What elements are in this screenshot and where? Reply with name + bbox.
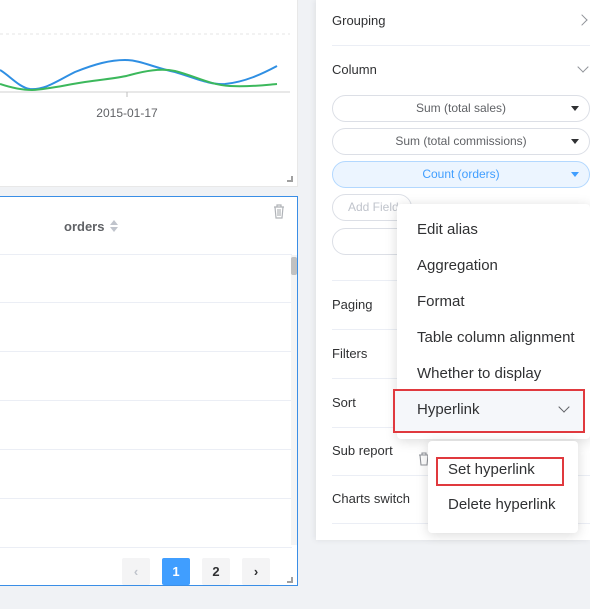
resize-handle[interactable]: [287, 176, 293, 182]
hyperlink-submenu: Delete hyperlink: [428, 441, 578, 533]
table-header: orders: [0, 197, 292, 255]
line-chart: 2015-01-17: [0, 33, 290, 120]
caret-down-icon[interactable]: [571, 106, 579, 111]
field-pill-total-commissions[interactable]: Sum (total commissions): [332, 128, 590, 155]
menu-item-aggregation[interactable]: Aggregation: [417, 257, 498, 274]
page-1-button[interactable]: 1: [162, 558, 190, 585]
submenu-item-delete-hyperlink[interactable]: Delete hyperlink: [448, 496, 556, 513]
series-line-blue: [0, 58, 278, 91]
field-label: Sum (total sales): [415, 101, 507, 115]
column-section[interactable]: Column: [332, 62, 377, 77]
charts-switch-section[interactable]: Charts switch: [332, 491, 410, 506]
table-row: [0, 255, 292, 303]
menu-item-hyperlink-label: Hyperlink: [417, 401, 480, 418]
field-label: Sum (total commissions): [395, 134, 527, 148]
scrollbar-track[interactable]: [291, 255, 297, 545]
chevron-right-icon[interactable]: [576, 14, 588, 26]
x-tick-label: 2015-01-17: [96, 106, 158, 120]
prev-page-button[interactable]: ‹: [122, 558, 150, 585]
column-header-orders[interactable]: orders: [64, 219, 104, 234]
sort-icon[interactable]: [109, 219, 119, 233]
menu-item-column-alignment[interactable]: Table column alignment: [417, 329, 575, 346]
sort-section[interactable]: Sort: [332, 395, 356, 410]
field-pill-count-orders[interactable]: Count (orders): [332, 161, 590, 188]
chevron-down-icon[interactable]: [577, 61, 589, 73]
menu-item-whether-to-display[interactable]: Whether to display: [417, 365, 541, 382]
submenu-item-set-hyperlink[interactable]: Set hyperlink: [436, 457, 564, 486]
paging-section[interactable]: Paging: [332, 297, 372, 312]
scrollbar-thumb[interactable]: [291, 257, 297, 275]
field-label: Count (orders): [422, 167, 500, 181]
chart-card: 2015-01-17: [0, 0, 298, 187]
grouping-section[interactable]: Grouping: [332, 13, 385, 28]
field-pill-total-sales[interactable]: Sum (total sales): [332, 95, 590, 122]
menu-item-edit-alias[interactable]: Edit alias: [417, 221, 478, 238]
filters-section[interactable]: Filters: [332, 346, 367, 361]
table-row: [0, 304, 292, 352]
delete-icon[interactable]: [271, 203, 287, 219]
next-page-button[interactable]: ›: [242, 558, 270, 585]
table-row: [0, 500, 292, 548]
submenu-item-set-hyperlink-label: Set hyperlink: [448, 461, 535, 478]
table-card: orders ‹ 1 2 ›: [0, 196, 298, 586]
menu-item-hyperlink[interactable]: Hyperlink: [393, 389, 585, 433]
table-row: [0, 451, 292, 499]
page-2-button[interactable]: 2: [202, 558, 230, 585]
table-row: [0, 353, 292, 401]
resize-handle[interactable]: [287, 577, 293, 583]
menu-item-format[interactable]: Format: [417, 293, 465, 310]
sub-report-section[interactable]: Sub report: [332, 443, 393, 458]
caret-down-icon[interactable]: [571, 172, 579, 177]
caret-down-icon[interactable]: [571, 139, 579, 144]
table-row: [0, 402, 292, 450]
divider: [332, 45, 590, 46]
